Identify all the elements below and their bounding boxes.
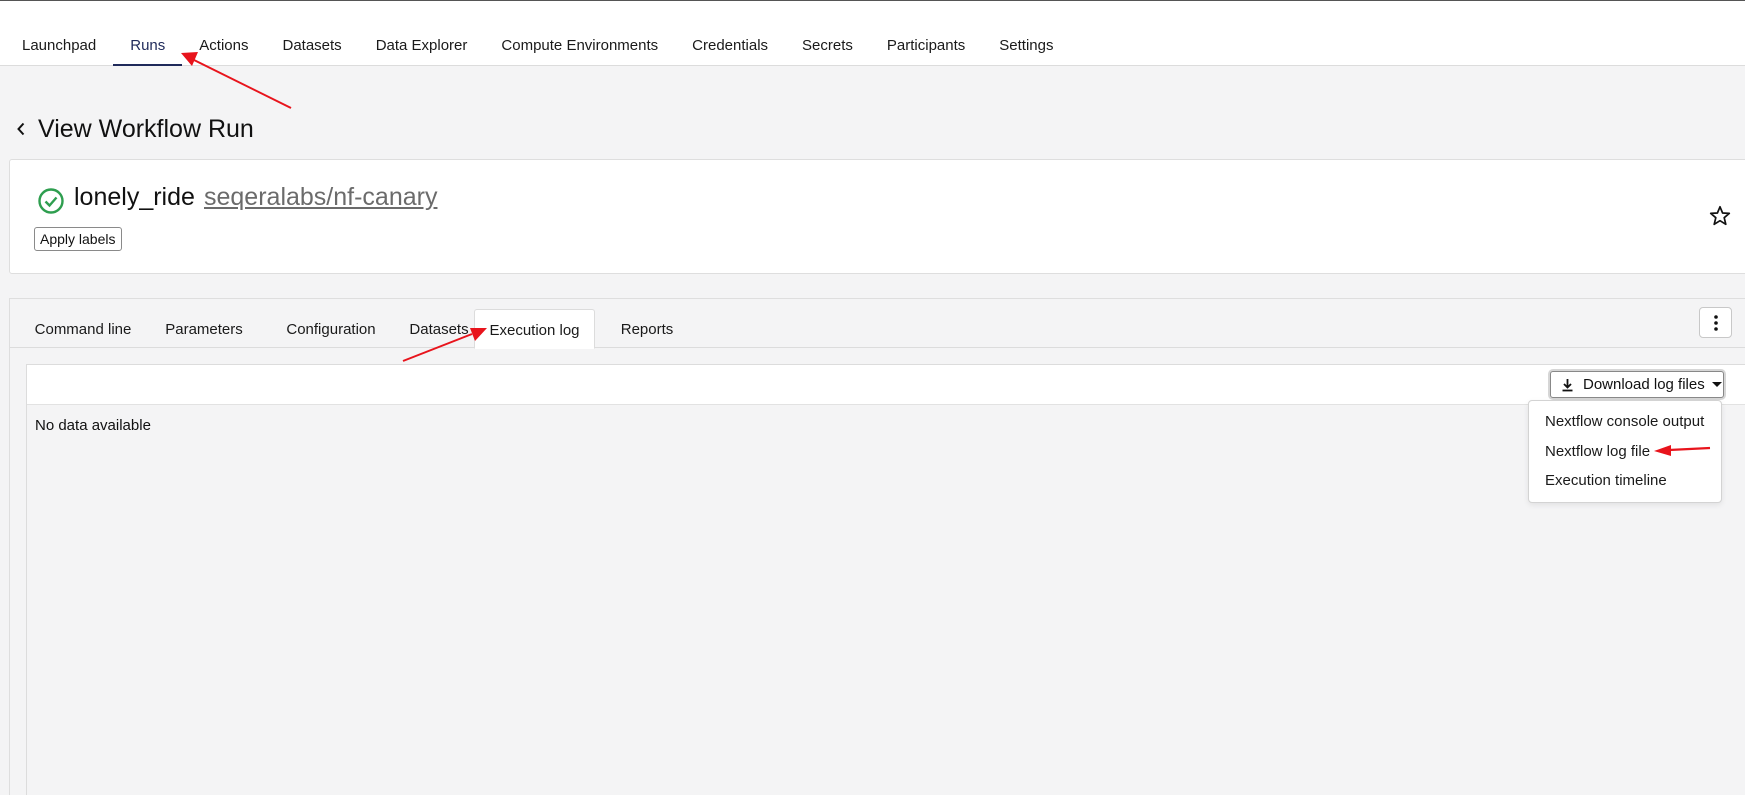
- download-log-files-label: Download log files: [1583, 376, 1705, 393]
- execution-log-panel: No data available: [26, 364, 1745, 795]
- download-log-files-menu: Nextflow console output Nextflow log fil…: [1528, 400, 1722, 503]
- page-title: View Workflow Run: [38, 114, 254, 143]
- tab-parameters[interactable]: Parameters: [155, 309, 253, 349]
- nav-item-runs[interactable]: Runs: [113, 1, 183, 66]
- nav-item-actions[interactable]: Actions: [182, 1, 265, 66]
- nav-item-participants[interactable]: Participants: [870, 1, 982, 66]
- menu-item-nextflow-console-output[interactable]: Nextflow console output: [1545, 413, 1704, 430]
- run-summary-card: lonely_ride seqeralabs/nf-canary Apply l…: [9, 159, 1745, 274]
- tab-datasets[interactable]: Datasets: [399, 309, 479, 349]
- run-details-panel: Command line Parameters Configuration Da…: [9, 298, 1745, 795]
- tab-execution-log[interactable]: Execution log: [474, 309, 595, 349]
- top-nav-list: Launchpad Runs Actions Datasets Data Exp…: [5, 1, 1070, 66]
- apply-labels-button[interactable]: Apply labels: [34, 227, 122, 251]
- nav-item-compute-environments[interactable]: Compute Environments: [484, 1, 675, 66]
- check-circle-icon: [37, 187, 65, 215]
- download-log-files-button[interactable]: Download log files: [1550, 371, 1724, 398]
- run-name: lonely_ride: [74, 183, 195, 211]
- nav-item-credentials[interactable]: Credentials: [675, 1, 785, 66]
- caret-down-icon: [1711, 382, 1722, 387]
- nav-item-launchpad[interactable]: Launchpad: [5, 1, 113, 66]
- tab-configuration[interactable]: Configuration: [266, 309, 396, 349]
- more-vertical-icon[interactable]: [1699, 307, 1732, 338]
- menu-item-execution-timeline[interactable]: Execution timeline: [1545, 472, 1667, 489]
- menu-item-nextflow-log-file[interactable]: Nextflow log file: [1545, 443, 1650, 460]
- nav-item-settings[interactable]: Settings: [982, 1, 1070, 66]
- nav-item-secrets[interactable]: Secrets: [785, 1, 870, 66]
- tab-command-line[interactable]: Command line: [24, 309, 142, 349]
- nav-item-datasets[interactable]: Datasets: [265, 1, 358, 66]
- tab-reports[interactable]: Reports: [602, 309, 692, 349]
- page-header: View Workflow Run: [14, 112, 254, 146]
- star-icon[interactable]: [1708, 204, 1732, 228]
- nav-item-data-explorer[interactable]: Data Explorer: [359, 1, 485, 66]
- chevron-left-icon[interactable]: [14, 119, 28, 139]
- run-repository-link[interactable]: seqeralabs/nf-canary: [204, 183, 437, 212]
- tabs-bar: Command line Parameters Configuration Da…: [10, 299, 1745, 349]
- log-toolbar: [27, 365, 1745, 405]
- top-navigation: Launchpad Runs Actions Datasets Data Exp…: [0, 0, 1745, 66]
- download-icon: [1561, 378, 1574, 392]
- empty-state-text: No data available: [35, 417, 151, 434]
